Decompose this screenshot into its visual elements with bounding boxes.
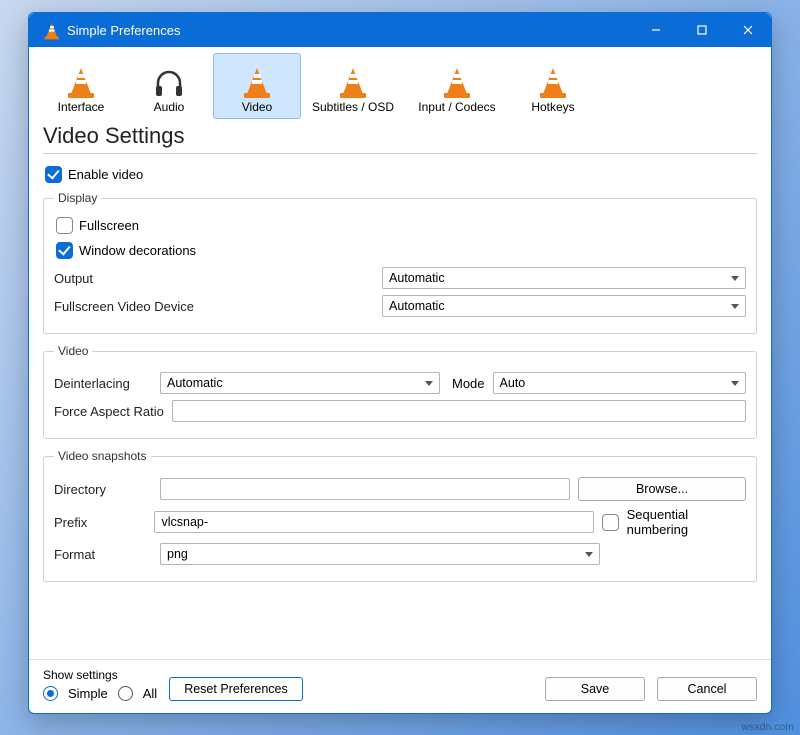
app-icon bbox=[39, 20, 59, 40]
enable-video-checkbox[interactable] bbox=[45, 166, 62, 183]
video-legend: Video bbox=[54, 344, 92, 358]
sequential-checkbox[interactable] bbox=[602, 514, 618, 531]
mode-label: Mode bbox=[452, 376, 485, 391]
enable-video-label: Enable video bbox=[68, 167, 143, 182]
prefix-label: Prefix bbox=[54, 515, 146, 530]
directory-input[interactable] bbox=[160, 478, 570, 500]
window-title: Simple Preferences bbox=[67, 23, 633, 38]
deinterlacing-select[interactable]: Automatic bbox=[160, 372, 440, 394]
tab-subtitles[interactable]: Subtitles / OSD bbox=[301, 53, 405, 119]
reset-button[interactable]: Reset Preferences bbox=[169, 677, 303, 701]
window-decorations-checkbox[interactable] bbox=[56, 242, 73, 259]
deinterlacing-label: Deinterlacing bbox=[54, 376, 152, 391]
tab-video[interactable]: Video bbox=[213, 53, 301, 119]
prefix-input[interactable]: vlcsnap- bbox=[154, 511, 594, 533]
minimize-button[interactable] bbox=[633, 13, 679, 47]
force-aspect-label: Force Aspect Ratio bbox=[54, 404, 164, 419]
output-label: Output bbox=[54, 271, 374, 286]
cone-keys-icon bbox=[514, 60, 592, 98]
category-tabs: Interface Audio Video Subtitles / OSD In… bbox=[29, 47, 771, 119]
preferences-window: Simple Preferences Interface Audio Video… bbox=[28, 12, 772, 714]
titlebar: Simple Preferences bbox=[29, 13, 771, 47]
close-button[interactable] bbox=[725, 13, 771, 47]
show-all-radio[interactable] bbox=[118, 686, 133, 701]
footer: Show settings Simple All Reset Preferenc… bbox=[29, 659, 771, 713]
cone-film-icon bbox=[218, 60, 296, 98]
snapshots-group: Video snapshots Directory Browse... Pref… bbox=[43, 449, 757, 582]
format-select[interactable]: png bbox=[160, 543, 600, 565]
mode-select[interactable]: Auto bbox=[493, 372, 746, 394]
headphones-icon bbox=[130, 60, 208, 98]
cone-cable-icon bbox=[410, 60, 504, 98]
browse-button[interactable]: Browse... bbox=[578, 477, 746, 501]
format-label: Format bbox=[54, 547, 152, 562]
show-simple-radio[interactable] bbox=[43, 686, 58, 701]
force-aspect-input[interactable] bbox=[172, 400, 746, 422]
cone-icon bbox=[42, 60, 120, 98]
page-title: Video Settings bbox=[43, 123, 757, 149]
fullscreen-device-select[interactable]: Automatic bbox=[382, 295, 746, 317]
tab-label: Input / Codecs bbox=[410, 100, 504, 114]
output-select[interactable]: Automatic bbox=[382, 267, 746, 289]
tab-hotkeys[interactable]: Hotkeys bbox=[509, 53, 597, 119]
directory-label: Directory bbox=[54, 482, 152, 497]
maximize-button[interactable] bbox=[679, 13, 725, 47]
fullscreen-label: Fullscreen bbox=[79, 218, 139, 233]
snapshots-legend: Video snapshots bbox=[54, 449, 151, 463]
tab-label: Video bbox=[218, 100, 296, 114]
show-all-label: All bbox=[143, 686, 157, 701]
tab-interface[interactable]: Interface bbox=[37, 53, 125, 119]
tab-codecs[interactable]: Input / Codecs bbox=[405, 53, 509, 119]
tab-label: Audio bbox=[130, 100, 208, 114]
divider bbox=[43, 153, 757, 154]
tab-label: Hotkeys bbox=[514, 100, 592, 114]
tab-audio[interactable]: Audio bbox=[125, 53, 213, 119]
content: Enable video Display Fullscreen Window d… bbox=[29, 162, 771, 659]
display-group: Display Fullscreen Window decorations Ou… bbox=[43, 191, 757, 334]
save-button[interactable]: Save bbox=[545, 677, 645, 701]
show-simple-label: Simple bbox=[68, 686, 108, 701]
watermark: wsxdn.com bbox=[741, 721, 794, 733]
tab-label: Interface bbox=[42, 100, 120, 114]
cancel-button[interactable]: Cancel bbox=[657, 677, 757, 701]
display-legend: Display bbox=[54, 191, 101, 205]
window-decorations-label: Window decorations bbox=[79, 243, 196, 258]
fullscreen-checkbox[interactable] bbox=[56, 217, 73, 234]
video-group: Video Deinterlacing Automatic Mode Auto … bbox=[43, 344, 757, 439]
sequential-label: Sequential numbering bbox=[627, 507, 746, 537]
tab-label: Subtitles / OSD bbox=[306, 100, 400, 114]
show-settings-label: Show settings bbox=[43, 668, 157, 682]
fullscreen-device-label: Fullscreen Video Device bbox=[54, 299, 374, 314]
cone-board-icon bbox=[306, 60, 400, 98]
